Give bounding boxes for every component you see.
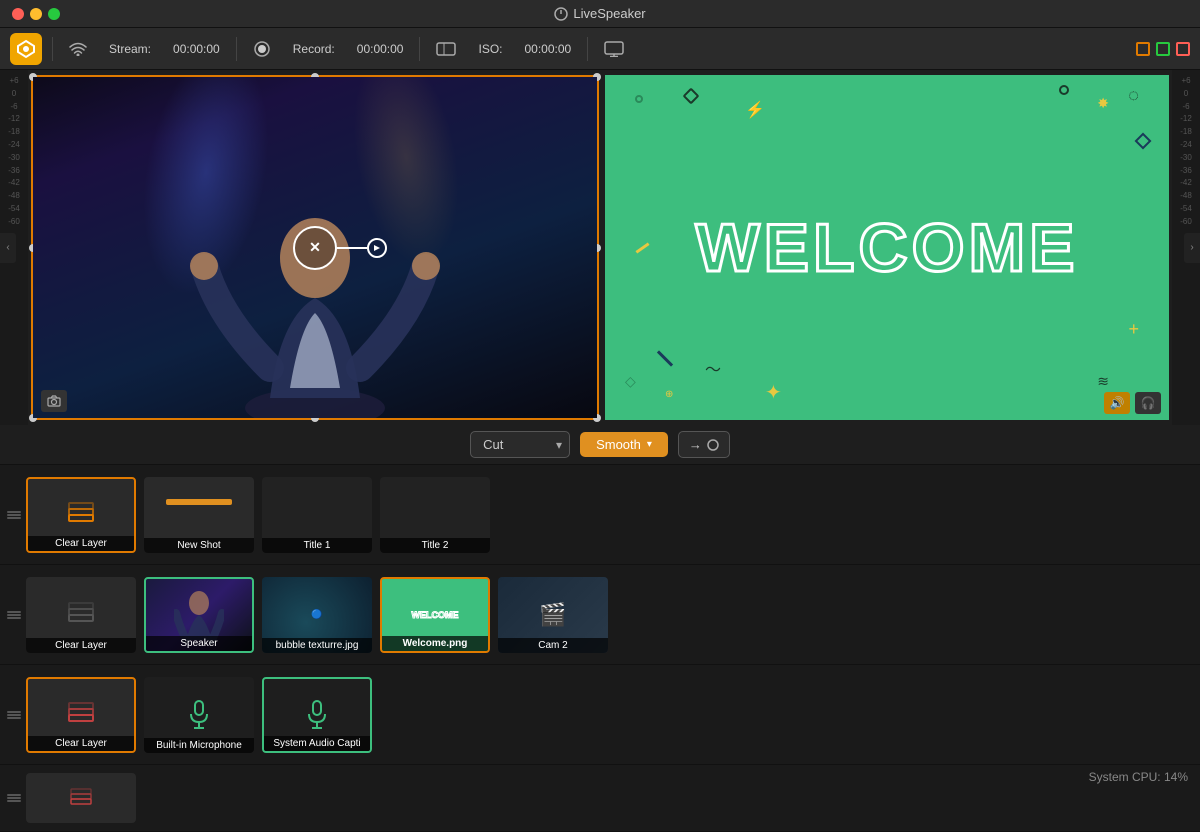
speaker-icon-btn[interactable]: 🔊 [1104,392,1130,414]
row-1-handle[interactable] [10,511,18,519]
snapshot-btn[interactable] [41,390,67,412]
scene-row-1: Clear Layer New Shot Title 1 Title 2 [0,465,1200,565]
builtin-mic-label: Built-in Microphone [144,738,254,753]
right-collapse-btn[interactable]: › [1184,233,1200,263]
arrow-icon: → [689,437,702,452]
app-logo[interactable] [10,33,42,65]
cpu-label: System CPU: [1089,770,1161,784]
stream-label: Stream: [103,40,157,58]
titlebar: LiveSpeaker [0,0,1200,28]
status-bar: System CPU: 14% [1077,767,1200,787]
system-audio-label: System Audio Capti [264,736,370,751]
stream-time: 00:00:00 [167,40,226,58]
scene-row-3: Clear Layer Built-in Microphone System A… [0,665,1200,765]
bubble-label: bubble texturre.jpg [262,638,372,653]
layers-icon-3 [67,702,95,728]
window-controls [12,8,60,20]
new-shot-label: New Shot [144,538,254,553]
headphone-icon-btn[interactable]: 🎧 [1135,392,1161,414]
welcome-label: Welcome.png [382,636,488,651]
window-btn-1[interactable] [1136,42,1150,56]
scene-thumb-clear-layer-4[interactable] [26,773,136,823]
circle-icon [707,439,719,451]
scene-thumb-builtin-mic[interactable]: Built-in Microphone [144,677,254,753]
speaker-label: Speaker [146,636,252,651]
cut-select[interactable]: Cut Dissolve Fade [470,431,570,458]
scene-thumb-welcome[interactable]: WELCOME Welcome.png [380,577,490,653]
monitor-icon[interactable] [598,39,630,59]
mic-icon-2 [307,700,327,730]
window-buttons [1136,42,1190,56]
close-dot[interactable] [12,8,24,20]
maximize-dot[interactable] [48,8,60,20]
cut-select-wrapper[interactable]: Cut Dissolve Fade [470,431,570,458]
title-1-label: Title 1 [262,538,372,553]
scene-thumb-system-audio[interactable]: System Audio Capti [262,677,372,753]
iso-label: ISO: [472,40,508,58]
cpu-value: 14% [1164,770,1188,784]
record-time: 00:00:00 [351,40,410,58]
layers-icon [66,501,96,529]
scene-row-4 [0,765,1200,832]
scene-thumb-title-1[interactable]: Title 1 [262,477,372,553]
scene-thumb-cam2[interactable]: 🎬 Cam 2 [498,577,608,653]
scene-thumb-speaker[interactable]: Speaker [144,577,254,653]
preview-panel-left[interactable]: ✕ [31,75,599,420]
preview-controls-bar: Cut Dissolve Fade Smooth → [0,425,1200,465]
cam2-label: Cam 2 [498,638,608,653]
clear-layer-3-label: Clear Layer [28,736,134,751]
panel-left-controls [41,390,67,412]
record-label: Record: [287,40,341,58]
transition-button[interactable]: → [678,431,730,458]
scene-thumb-clear-layer-2[interactable]: Clear Layer [26,577,136,653]
preview-panel-right[interactable]: ⚡ ✸ ◌ ◇ ⊕ 〜 ✦ + ≋ WELCOME [605,75,1169,420]
window-btn-2[interactable] [1156,42,1170,56]
row-3-handle[interactable] [10,711,18,719]
scene-row-2: Clear Layer Speaker 🔵 bubble texturre.jp… [0,565,1200,665]
clear-layer-1-label: Clear Layer [28,536,134,551]
layers-icon-2 [67,602,95,628]
row-2-handle[interactable] [10,611,18,619]
title-2-label: Title 2 [380,538,490,553]
scenes-area: Clear Layer New Shot Title 1 Title 2 [0,465,1200,832]
record-icon [247,38,277,60]
iso-icon [430,39,462,59]
minimize-dot[interactable] [30,8,42,20]
app-title: LiveSpeaker [554,6,645,21]
scene-thumb-title-2[interactable]: Title 2 [380,477,490,553]
toolbar: Stream: 00:00:00 Record: 00:00:00 ISO: 0… [0,28,1200,70]
layers-icon-4 [70,788,92,808]
scene-thumb-clear-layer-1[interactable]: Clear Layer [26,477,136,553]
preview-section: ‹ +6 0 -6 -12 -18 -24 -30 -36 -42 -48 -5… [0,70,1200,425]
left-collapse-btn[interactable]: ‹ [0,233,16,263]
row-4-handle[interactable] [10,794,18,802]
wifi-icon [63,40,93,58]
mic-icon [189,700,209,730]
scene-thumb-bubble[interactable]: 🔵 bubble texturre.jpg [262,577,372,653]
clear-layer-2-label: Clear Layer [26,638,136,653]
iso-time: 00:00:00 [519,40,578,58]
scene-thumb-clear-layer-3[interactable]: Clear Layer [26,677,136,753]
preview-panels: ✕ [28,70,1172,425]
window-btn-3[interactable] [1176,42,1190,56]
smooth-button[interactable]: Smooth [580,432,668,457]
right-vu-meter: › +6 0 -6 -12 -18 -24 -30 -36 -42 -48 -5… [1172,70,1200,425]
left-vu-meter: ‹ +6 0 -6 -12 -18 -24 -30 -36 -42 -48 -5… [0,70,28,425]
panel-right-controls: 🔊 🎧 [1104,392,1161,414]
scene-thumb-new-shot[interactable]: New Shot [144,477,254,553]
